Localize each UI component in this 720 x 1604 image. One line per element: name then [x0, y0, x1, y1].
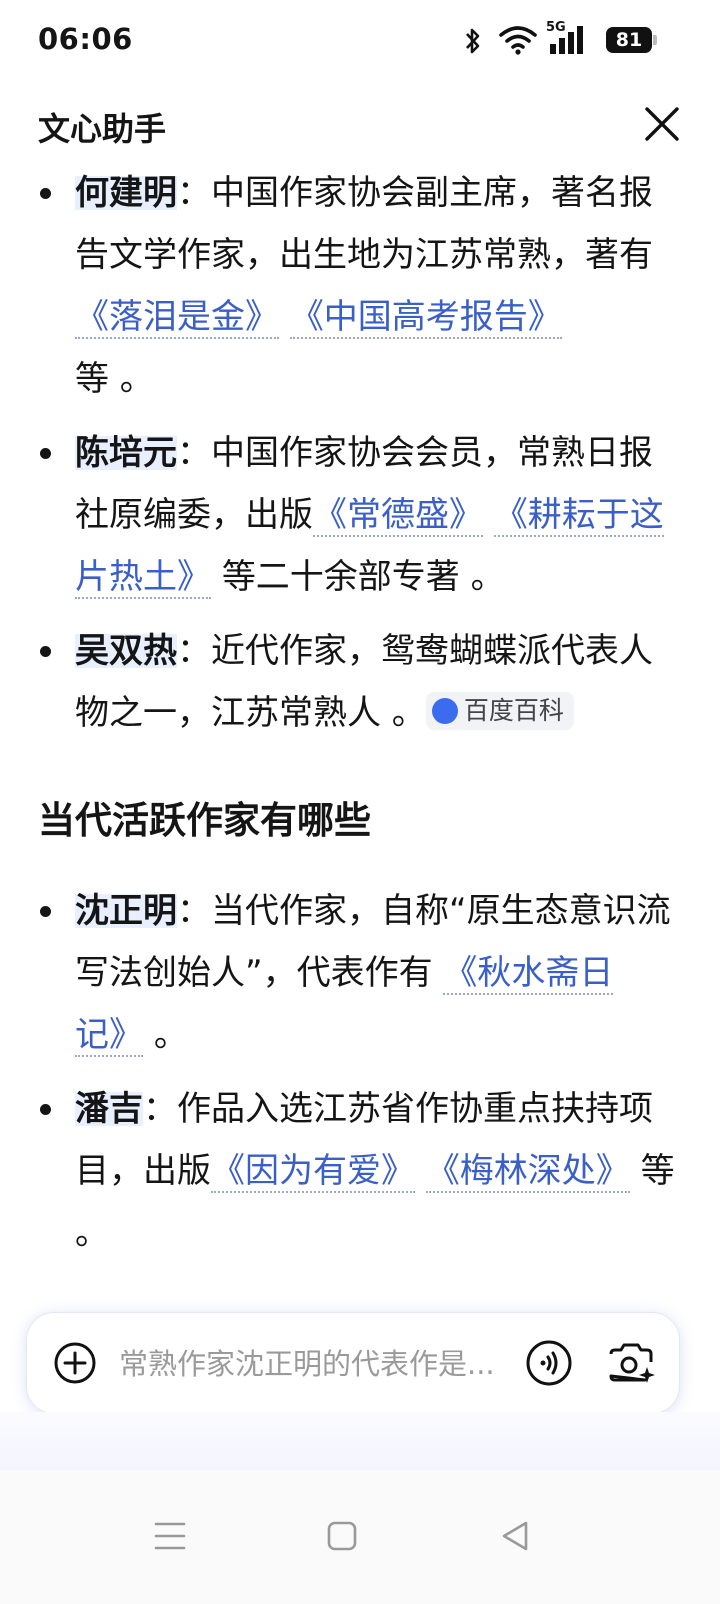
menu-icon[interactable]: [150, 1516, 190, 1556]
book-link[interactable]: 《落泪是金》: [75, 297, 279, 339]
voice-icon[interactable]: [525, 1339, 573, 1387]
writer-name: 潘吉: [75, 1089, 143, 1129]
list-item: 陈培元：中国作家协会会员，常熟日报社原编委，出版《常德盛》 《耕耘于这片热土》 …: [38, 422, 678, 608]
writer-name: 何建明: [75, 173, 177, 213]
section-title: 当代活跃作家有哪些: [38, 799, 371, 842]
header: 文心助手: [0, 96, 720, 160]
writer-tail: 。: [153, 1015, 188, 1055]
back-icon[interactable]: [496, 1516, 536, 1556]
source-label: 百度百科: [463, 695, 564, 725]
plus-circle-icon[interactable]: [53, 1341, 97, 1385]
bluetooth-icon: [466, 28, 480, 54]
list-item: 潘吉：作品入选江苏省作协重点扶持项目，出版《因为有爱》 《梅林深处》 等 。: [38, 1078, 678, 1264]
writer-tail: 等二十余部专著 。: [221, 557, 505, 597]
bullet: [40, 906, 51, 917]
bullet: [40, 646, 51, 657]
writer-name: 沈正明: [75, 891, 177, 931]
writer-name: 吴双热: [75, 631, 177, 671]
chat-input[interactable]: [117, 1341, 516, 1387]
wifi-icon: [499, 26, 537, 55]
writer-list-1: 何建明：中国作家协会副主席，著名报告文学作家，出生地为江苏常熟，著有 《落泪是金…: [38, 162, 678, 744]
source-badge[interactable]: 百度百科: [425, 691, 574, 730]
list-item: 吴双热：近代作家，鸳鸯蝴蝶派代表人物之一，江苏常熟人 。百度百科: [38, 620, 678, 744]
writer-name: 陈培元: [75, 433, 177, 473]
system-nav-bar: [0, 1470, 720, 1604]
app-title: 文心助手: [38, 110, 167, 148]
camera-icon[interactable]: [605, 1337, 657, 1389]
home-icon[interactable]: [322, 1516, 362, 1556]
chat-input-bar: [26, 1312, 680, 1414]
bullet: [40, 1104, 51, 1115]
writer-tail: 等 。: [75, 359, 154, 399]
close-icon[interactable]: [640, 102, 684, 146]
writer-list-2: 沈正明：当代作家，自称“原生态意识流写法创始人”，代表作有 《秋水斋日记》 。 …: [38, 880, 678, 1264]
list-item: 何建明：中国作家协会副主席，著名报告文学作家，出生地为江苏常熟，著有 《落泪是金…: [38, 162, 678, 410]
list-item: 沈正明：当代作家，自称“原生态意识流写法创始人”，代表作有 《秋水斋日记》 。: [38, 880, 678, 1066]
baidu-baike-icon: [431, 697, 458, 724]
book-link[interactable]: 《梅林深处》: [425, 1151, 630, 1193]
signal-icon: [550, 26, 583, 54]
book-link[interactable]: 《常德盛》: [313, 495, 483, 537]
book-link[interactable]: 《中国高考报告》: [289, 297, 562, 339]
book-link[interactable]: 《因为有爱》: [211, 1151, 415, 1193]
answer-content: 何建明：中国作家协会副主席，著名报告文学作家，出生地为江苏常熟，著有 《落泪是金…: [38, 162, 678, 1266]
status-time: 06:06: [38, 22, 133, 56]
bottom-fade: [0, 1412, 720, 1470]
bullet: [40, 448, 51, 459]
status-bar: 06:06 5G 81: [0, 0, 720, 84]
battery-indicator: 81: [606, 27, 657, 53]
bullet: [40, 188, 51, 199]
